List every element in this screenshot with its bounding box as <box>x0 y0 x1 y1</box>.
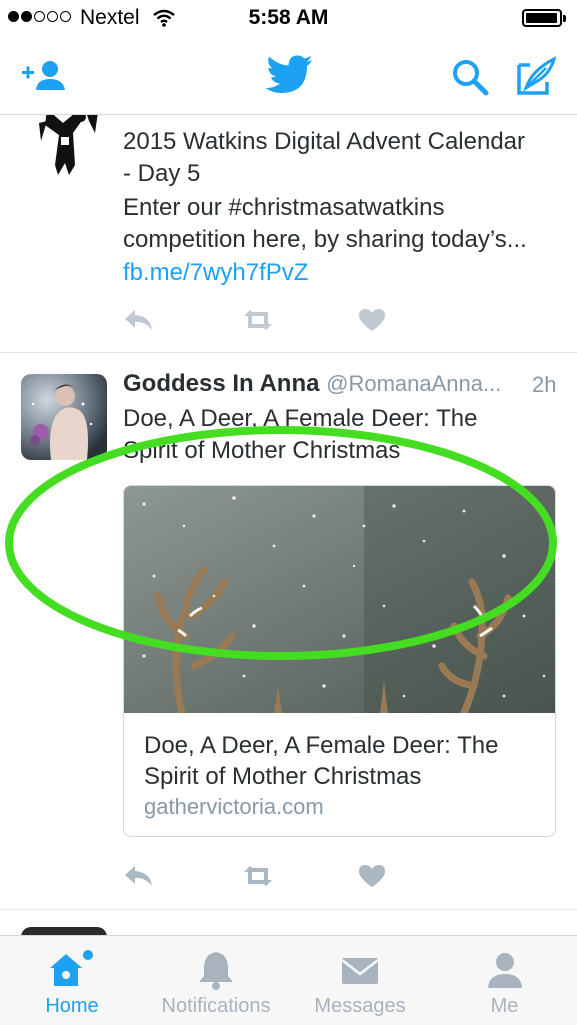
tweet-link[interactable]: fb.me/7wyh7fPvZ <box>123 257 308 289</box>
card-domain: gathervictoria.com <box>144 794 324 819</box>
avatar[interactable] <box>21 927 107 935</box>
tweet-text-line: Spirit of Mother Christmas <box>123 437 401 464</box>
battery-icon <box>522 9 566 27</box>
twitter-bird-icon <box>265 55 312 93</box>
tab-label: Messages <box>314 995 406 1017</box>
add-user-icon[interactable] <box>20 60 68 92</box>
retweet-icon[interactable] <box>240 308 276 332</box>
person-icon <box>487 953 522 988</box>
tab-bar: Home Notifications Messages Me <box>0 935 577 1025</box>
tweet-text-line: Doe, A Deer, A Female Deer: The <box>123 405 478 432</box>
tab-home[interactable]: Home <box>0 936 144 1025</box>
like-icon[interactable] <box>358 308 386 332</box>
tweet-text-line: 2015 Watkins Digital Advent Calendar <box>123 128 525 155</box>
divider <box>0 909 577 910</box>
tab-messages[interactable]: Messages <box>288 936 432 1025</box>
search-icon[interactable] <box>450 57 490 97</box>
card-image <box>124 486 555 713</box>
card-title-line: Doe, A Deer, A Female Deer: The <box>144 732 499 759</box>
reply-icon[interactable] <box>123 308 155 332</box>
display-name[interactable]: Goddess In Anna <box>123 370 319 397</box>
tab-label: Home <box>45 995 99 1017</box>
avatar[interactable] <box>25 115 107 185</box>
tweet-timestamp: 2h <box>532 372 557 397</box>
tab-label: Notifications <box>161 995 271 1017</box>
timeline[interactable]: 2015 Watkins Digital Advent Calendar - D… <box>0 115 577 935</box>
tweet-header: Goddess In Anna @RomanaAnna... <box>123 370 501 398</box>
envelope-icon <box>341 958 379 984</box>
bell-icon <box>199 952 233 990</box>
tweet-text-line: Enter our #christmasatwatkins <box>123 194 445 221</box>
like-icon[interactable] <box>358 864 386 888</box>
avatar[interactable] <box>21 374 107 460</box>
username[interactable]: @RomanaAnna... <box>326 371 501 396</box>
card-title-line: Spirit of Mother Christmas <box>144 763 422 790</box>
home-icon <box>50 950 93 986</box>
status-bar: Nextel 5:58 AM <box>0 0 577 38</box>
compose-icon[interactable] <box>516 56 558 96</box>
tweet-text-line: competition here, by sharing today’s... <box>123 226 527 253</box>
tweet-text-line: - Day 5 <box>123 160 201 187</box>
tab-notifications[interactable]: Notifications <box>144 936 288 1025</box>
tab-me[interactable]: Me <box>432 936 577 1025</box>
tab-label: Me <box>490 995 519 1017</box>
link-card[interactable]: Doe, A Deer, A Female Deer: The Spirit o… <box>123 485 556 837</box>
card-title: Doe, A Deer, A Female Deer: The Spirit o… <box>144 730 544 792</box>
retweet-icon[interactable] <box>240 864 276 888</box>
divider <box>0 352 577 353</box>
nav-bar <box>0 38 577 115</box>
clock: 5:58 AM <box>248 6 329 29</box>
reply-icon[interactable] <box>123 864 155 888</box>
